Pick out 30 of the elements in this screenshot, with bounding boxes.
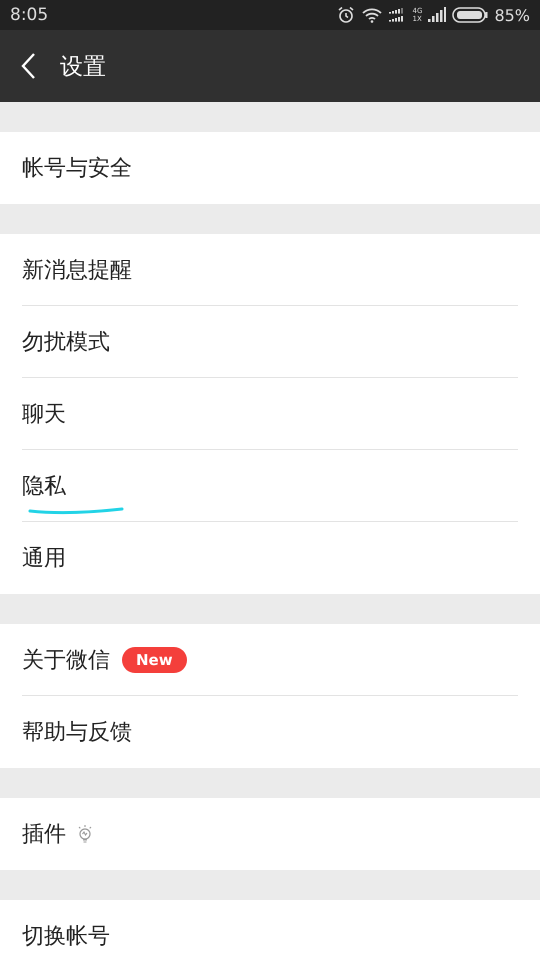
item-label: 通用 [22, 546, 66, 571]
settings-item[interactable]: 帮助与反馈 [22, 696, 518, 768]
settings-item[interactable]: 插件 [22, 798, 518, 870]
settings-item[interactable]: 聊天 [22, 378, 518, 450]
item-label: 隐私 [22, 474, 66, 498]
battery-percent: 85% [494, 6, 530, 24]
settings-item[interactable]: 勿扰模式 [22, 306, 518, 378]
alarm-icon [336, 6, 355, 24]
item-label: 切换帐号 [22, 924, 110, 949]
item-label: 插件 [22, 822, 66, 847]
settings-item[interactable]: 新消息提醒 [22, 234, 518, 306]
settings-item[interactable]: 通用 [22, 522, 518, 594]
settings-item[interactable]: 关于微信 New [22, 624, 518, 696]
signal-icon [428, 7, 446, 23]
lightbulb-icon [76, 823, 94, 845]
back-icon[interactable] [20, 52, 36, 80]
item-label: 帐号与安全 [22, 156, 132, 181]
page-title: 设置 [60, 52, 106, 82]
wifi-icon [360, 7, 383, 23]
item-label: 新消息提醒 [22, 258, 132, 282]
settings-item[interactable]: 切换帐号 [22, 900, 518, 960]
item-label: 聊天 [22, 402, 66, 426]
item-label: 关于微信 [22, 648, 110, 672]
item-label: 勿扰模式 [22, 330, 110, 354]
status-time: 8:05 [10, 5, 48, 25]
item-label: 帮助与反馈 [22, 720, 132, 745]
settings-item[interactable]: 帐号与安全 [22, 132, 518, 204]
settings-item[interactable]: 隐私 [22, 450, 518, 522]
battery-icon [452, 7, 488, 23]
new-badge: New [122, 646, 187, 672]
